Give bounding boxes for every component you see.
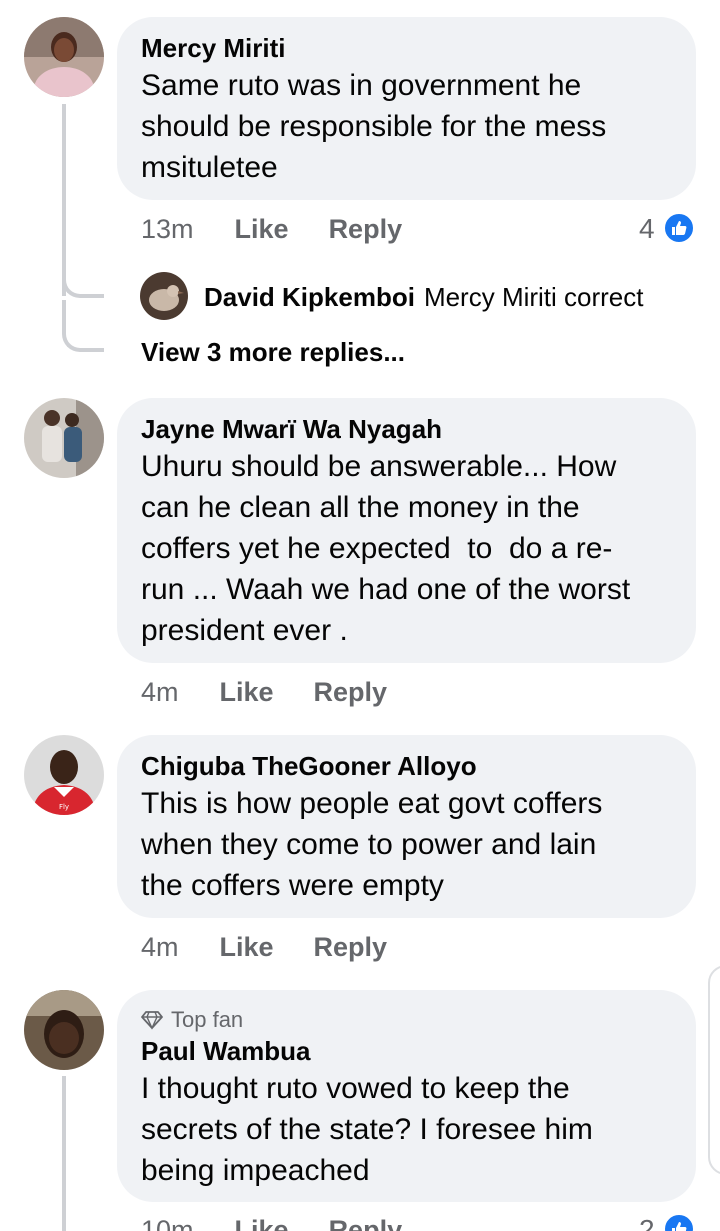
comment-bubble: Top fan Paul Wambua I thought ruto vowed… [117, 990, 696, 1202]
thread-line [62, 1076, 66, 1231]
reply-button[interactable]: Reply [329, 1215, 403, 1231]
top-fan-badge: Top fan [141, 1006, 672, 1034]
thumbs-up-icon[interactable] [663, 212, 695, 244]
reply-button[interactable]: Reply [314, 932, 388, 963]
comment-author[interactable]: Chiguba TheGooner Alloyo [141, 749, 672, 783]
comment-bubble: Chiguba TheGooner Alloyo This is how peo… [117, 735, 696, 918]
comment-actions: 4m Like Reply [141, 677, 387, 708]
comment-actions: 10m Like Reply [141, 1215, 402, 1231]
svg-text:Fly: Fly [59, 803, 69, 811]
comment-text: Same ruto was in government he should be… [141, 69, 607, 184]
comment-timestamp[interactable]: 10m [141, 1215, 194, 1231]
comment-actions: 13m Like Reply [141, 214, 402, 245]
avatar-jayne[interactable] [24, 398, 104, 478]
avatar-mercy-miriti[interactable] [24, 17, 104, 97]
diamond-icon [141, 1011, 163, 1030]
reply-button[interactable]: Reply [314, 677, 388, 708]
reply-button[interactable]: Reply [329, 214, 403, 245]
comment-timestamp[interactable]: 4m [141, 932, 179, 963]
comment-text: This is how people eat govt coffers when… [141, 787, 603, 902]
reaction-count[interactable]: 4 [639, 213, 655, 245]
reply-preview[interactable]: David Kipkemboi Mercy Miriti correct [204, 282, 644, 313]
avatar-chiguba[interactable]: Fly [24, 735, 104, 815]
like-button[interactable]: Like [235, 214, 289, 245]
view-more-replies-link[interactable]: View 3 more replies... [141, 337, 405, 368]
comment-author[interactable]: Mercy Miriti [141, 31, 672, 65]
thread-elbow [62, 262, 104, 298]
comment-text: Uhuru should be answerable... How can he… [141, 450, 631, 647]
like-button[interactable]: Like [220, 932, 274, 963]
comment-timestamp[interactable]: 4m [141, 677, 179, 708]
comment-author[interactable]: Paul Wambua [141, 1034, 672, 1068]
top-fan-label: Top fan [171, 1007, 244, 1032]
comment-bubble: Jayne Mwarï Wa Nyagah Uhuru should be an… [117, 398, 696, 663]
like-button[interactable]: Like [235, 1215, 289, 1231]
comment-actions: 4m Like Reply [141, 932, 387, 963]
thumbs-up-icon[interactable] [663, 1213, 695, 1231]
side-panel-handle[interactable] [708, 965, 720, 1175]
avatar-david-kipkemboi[interactable] [140, 272, 188, 320]
avatar-paul-wambua[interactable] [24, 990, 104, 1070]
comment-author[interactable]: Jayne Mwarï Wa Nyagah [141, 412, 672, 446]
reply-author[interactable]: David Kipkemboi [204, 282, 415, 313]
reaction-count[interactable]: 2 [639, 1214, 655, 1231]
thread-elbow [62, 300, 104, 352]
comment-timestamp[interactable]: 13m [141, 214, 194, 245]
like-button[interactable]: Like [220, 677, 274, 708]
comment-bubble: Mercy Miriti Same ruto was in government… [117, 17, 696, 200]
comment-text: I thought ruto vowed to keep the secrets… [141, 1072, 593, 1187]
reply-text: Mercy Miriti correct [423, 282, 644, 312]
